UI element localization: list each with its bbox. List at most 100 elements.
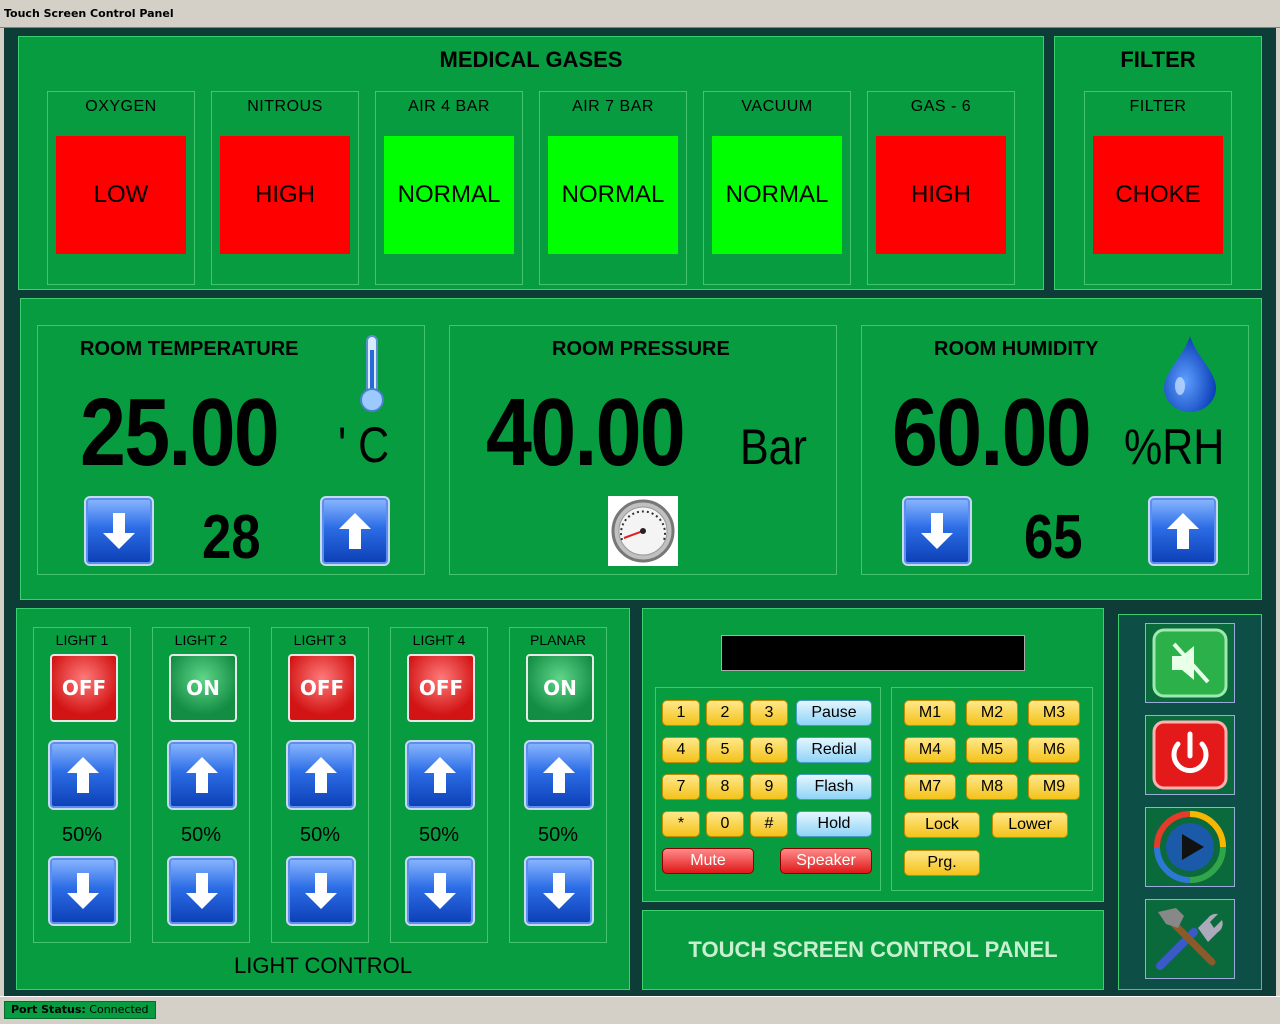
light-toggle-button[interactable]: ON xyxy=(526,654,594,722)
play-button[interactable] xyxy=(1145,807,1235,887)
light-label: PLANAR xyxy=(529,632,587,648)
phone-function-button[interactable]: Pause xyxy=(796,700,872,726)
phone-function-button[interactable]: Redial xyxy=(796,737,872,763)
dial-key[interactable]: 1 xyxy=(662,700,700,726)
memory-pad: M1 M2 M3 M4 M5 M6 M7 M8 M9 Lock Lower Prg. xyxy=(891,687,1093,891)
light-toggle-button[interactable]: ON xyxy=(169,654,237,722)
light-card: LIGHT 3 OFF 50% xyxy=(271,627,369,943)
port-status-value: Connected xyxy=(89,1003,149,1016)
light-up-button[interactable] xyxy=(167,740,237,810)
memory-key[interactable]: M9 xyxy=(1028,774,1080,800)
lock-button[interactable]: Lock xyxy=(904,812,980,838)
arrow-down-icon xyxy=(305,873,337,909)
pressure-gauge-icon xyxy=(608,496,678,566)
memory-key[interactable]: M1 xyxy=(904,700,956,726)
arrow-down-icon xyxy=(103,513,135,549)
gas-label: NITROUS xyxy=(247,98,323,115)
dial-key[interactable]: 0 xyxy=(706,811,744,837)
light-toggle-button[interactable]: OFF xyxy=(50,654,118,722)
light-toggle-button[interactable]: OFF xyxy=(288,654,356,722)
dial-key[interactable]: * xyxy=(662,811,700,837)
light-label: LIGHT 3 xyxy=(293,632,347,648)
window-titlebar: Touch Screen Control Panel xyxy=(0,0,1280,28)
mute-toggle-button[interactable] xyxy=(1145,623,1235,703)
light-down-button[interactable] xyxy=(48,856,118,926)
room-pressure-card: ROOM PRESSURE 40.00 Bar xyxy=(449,325,837,575)
light-down-button[interactable] xyxy=(524,856,594,926)
light-card: LIGHT 1 OFF 50% xyxy=(33,627,131,943)
dial-key[interactable]: 2 xyxy=(706,700,744,726)
gas-status[interactable]: HIGH xyxy=(876,136,1006,254)
room-pressure-value: 40.00 xyxy=(486,379,686,486)
gas-card: VACUUM NORMAL xyxy=(703,91,851,285)
power-button[interactable] xyxy=(1145,715,1235,795)
light-label: LIGHT 4 xyxy=(412,632,466,648)
room-pressure-unit: Bar xyxy=(740,419,807,475)
memory-key[interactable]: M5 xyxy=(966,737,1018,763)
memory-key[interactable]: M8 xyxy=(966,774,1018,800)
phone-panel: 1 2 3 4 5 6 7 8 9 * 0 # Pause Redial Flash Hold Mute Spea… xyxy=(642,608,1104,902)
program-button[interactable]: Prg. xyxy=(904,850,980,876)
arrow-down-icon xyxy=(186,873,218,909)
gas-status[interactable]: NORMAL xyxy=(384,136,514,254)
tools-icon xyxy=(1156,908,1223,970)
light-up-button[interactable] xyxy=(286,740,356,810)
light-state: ON xyxy=(186,676,220,700)
dial-key[interactable]: 4 xyxy=(662,737,700,763)
dial-key[interactable]: 5 xyxy=(706,737,744,763)
light-level: 50% xyxy=(61,824,103,846)
gas-status[interactable]: HIGH xyxy=(220,136,350,254)
dial-key[interactable]: 8 xyxy=(706,774,744,800)
lower-button[interactable]: Lower xyxy=(992,812,1068,838)
memory-key[interactable]: M7 xyxy=(904,774,956,800)
mute-button[interactable]: Mute xyxy=(662,848,754,874)
room-conditions-panel: ROOM TEMPERATURE 25.00 ' C 28 ROOM PRESS… xyxy=(20,298,1262,600)
arrow-up-icon xyxy=(67,757,99,793)
gas-status[interactable]: LOW xyxy=(56,136,186,254)
dial-key[interactable]: 7 xyxy=(662,774,700,800)
memory-key[interactable]: M4 xyxy=(904,737,956,763)
memory-key[interactable]: M3 xyxy=(1028,700,1080,726)
light-up-button[interactable] xyxy=(48,740,118,810)
filter-status[interactable]: CHOKE xyxy=(1093,136,1223,254)
gas-status[interactable]: NORMAL xyxy=(548,136,678,254)
gas-label: GAS - 6 xyxy=(910,98,972,115)
light-down-button[interactable] xyxy=(167,856,237,926)
humidity-setpoint: 65 xyxy=(1024,503,1083,572)
gas-card: OXYGEN LOW xyxy=(47,91,195,285)
memory-key[interactable]: M2 xyxy=(966,700,1018,726)
light-down-button[interactable] xyxy=(286,856,356,926)
filter-label: FILTER xyxy=(1129,98,1187,115)
settings-tools-button[interactable] xyxy=(1145,899,1235,979)
arrow-down-icon xyxy=(921,513,953,549)
light-up-button[interactable] xyxy=(405,740,475,810)
light-down-button[interactable] xyxy=(405,856,475,926)
phone-function-button[interactable]: Flash xyxy=(796,774,872,800)
light-label: LIGHT 1 xyxy=(55,632,109,648)
filter-title: FILTER xyxy=(1120,47,1196,72)
port-status-label: Port Status: xyxy=(11,1003,86,1016)
dial-pad: 1 2 3 4 5 6 7 8 9 * 0 # Pause Redial Flash Hold Mute Spea… xyxy=(655,687,881,891)
humidity-down-button[interactable] xyxy=(902,496,972,566)
speaker-button[interactable]: Speaker xyxy=(780,848,872,874)
temperature-up-button[interactable] xyxy=(320,496,390,566)
phone-display xyxy=(721,635,1025,671)
arrow-down-icon xyxy=(67,873,99,909)
dial-key[interactable]: 6 xyxy=(750,737,788,763)
memory-key[interactable]: M6 xyxy=(1028,737,1080,763)
phone-function-button[interactable]: Hold xyxy=(796,811,872,837)
dial-key[interactable]: 9 xyxy=(750,774,788,800)
light-level: 50% xyxy=(180,824,222,846)
arrow-up-icon xyxy=(424,757,456,793)
banner-text: TOUCH SCREEN CONTROL PANEL xyxy=(688,937,1058,962)
dial-key[interactable]: # xyxy=(750,811,788,837)
humidity-up-button[interactable] xyxy=(1148,496,1218,566)
light-up-button[interactable] xyxy=(524,740,594,810)
filter-panel: FILTER FILTER CHOKE xyxy=(1054,36,1262,290)
room-humidity-unit: %RH xyxy=(1124,419,1225,475)
gas-status[interactable]: NORMAL xyxy=(712,136,842,254)
arrow-down-icon xyxy=(543,873,575,909)
light-toggle-button[interactable]: OFF xyxy=(407,654,475,722)
dial-key[interactable]: 3 xyxy=(750,700,788,726)
temperature-down-button[interactable] xyxy=(84,496,154,566)
